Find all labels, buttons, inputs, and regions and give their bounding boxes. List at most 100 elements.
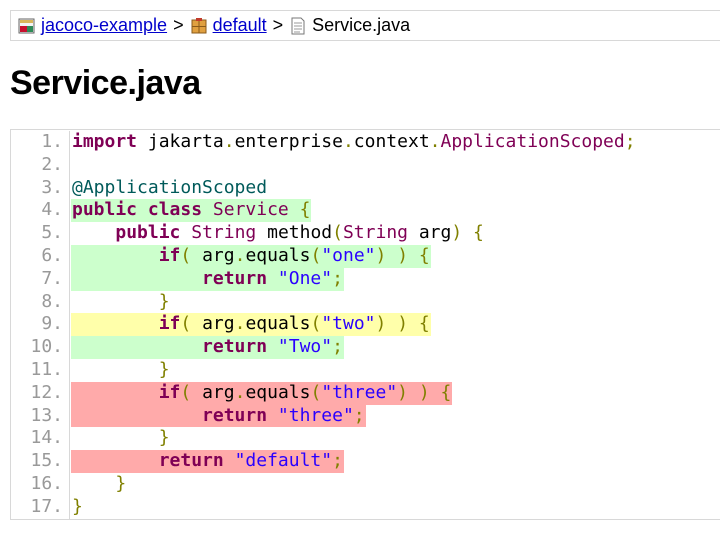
code-token: equals xyxy=(245,313,311,335)
code-token: . xyxy=(234,244,246,266)
code-line: 11. } xyxy=(11,358,720,382)
code-token: "one" xyxy=(321,244,376,266)
line-number: 9. xyxy=(11,313,70,337)
code-token: if xyxy=(158,244,181,266)
code-token: ) xyxy=(375,244,387,266)
code-line: 17.} xyxy=(11,495,720,519)
code-token: public xyxy=(115,222,181,244)
code-token: context xyxy=(353,131,430,152)
code-token: "two" xyxy=(321,313,376,335)
code-token: arg xyxy=(191,381,235,403)
code-token: @ApplicationScoped xyxy=(72,176,268,198)
page-title: Service.java xyxy=(10,64,201,102)
source-text: return "three"; xyxy=(71,404,366,428)
source-text: if( arg.equals("one") ) { xyxy=(71,244,431,268)
code-line: 3. @ApplicationScoped xyxy=(11,176,720,200)
line-number: 10. xyxy=(11,336,70,359)
line-number: 15. xyxy=(11,450,70,473)
code-line: 15. return "default"; xyxy=(11,450,720,473)
line-number: 4. xyxy=(11,199,70,223)
code-token: if xyxy=(158,381,181,403)
code-line: 8. } xyxy=(11,290,720,314)
code-token: ( xyxy=(310,244,322,266)
source-text xyxy=(71,154,73,177)
code-token: "three" xyxy=(321,381,398,403)
line-number: 1. xyxy=(11,131,70,154)
line-number: 16. xyxy=(11,472,70,496)
code-token: arg xyxy=(191,244,235,266)
code-token: { xyxy=(473,222,484,244)
code-line: 2. xyxy=(11,153,720,177)
code-token: "three" xyxy=(277,404,354,426)
line-number: 3. xyxy=(11,176,70,200)
code-token: equals xyxy=(245,381,311,403)
code-token: ApplicationScoped xyxy=(440,131,625,152)
code-token: ; xyxy=(353,404,365,426)
code-token: import xyxy=(72,131,138,152)
code-token: "One" xyxy=(277,267,333,289)
code-token: } xyxy=(72,495,83,517)
breadcrumb: jacoco-example > default > Service.java xyxy=(10,10,720,41)
code-line: 13. return "three"; xyxy=(11,404,720,428)
code-token: ) xyxy=(375,313,387,335)
code-token: } xyxy=(115,472,127,494)
code-token: { xyxy=(299,199,311,221)
code-token: return xyxy=(202,267,268,289)
code-token: equals xyxy=(245,244,311,266)
source-text: import jakarta.enterprise.context.Applic… xyxy=(71,131,637,154)
code-token: ) xyxy=(397,244,409,266)
code-token: ) xyxy=(451,222,463,244)
code-token: arg xyxy=(191,313,235,335)
source-text: } xyxy=(71,473,127,496)
code-token: } xyxy=(158,290,170,312)
code-token: public xyxy=(72,199,138,221)
code-line: 14. } xyxy=(11,427,720,451)
line-number: 12. xyxy=(11,381,70,405)
source-text: } xyxy=(71,427,171,450)
code-token: { xyxy=(440,381,452,403)
breadcrumb-project-link[interactable]: jacoco-example xyxy=(41,15,167,36)
code-token: return xyxy=(202,336,268,358)
code-token: class xyxy=(147,199,203,221)
code-line: 12. if( arg.equals("three") ) { xyxy=(11,381,720,405)
source-text: return "Two"; xyxy=(71,336,344,359)
code-token: ( xyxy=(310,381,322,403)
source-text: if( arg.equals("two") ) { xyxy=(71,313,431,337)
code-line: 6. if( arg.equals("one") ) { xyxy=(11,244,720,268)
breadcrumb-separator: > xyxy=(173,15,184,35)
code-token: "Two" xyxy=(277,336,333,358)
code-token: ) xyxy=(397,313,409,335)
source-text: } xyxy=(71,359,171,382)
breadcrumb-package-link[interactable]: default xyxy=(213,15,267,36)
code-line: 4. public class Service { xyxy=(11,199,720,223)
source-text: } xyxy=(71,291,171,314)
source-text: return "One"; xyxy=(71,267,344,291)
line-number: 5. xyxy=(11,222,70,245)
java-file-icon xyxy=(291,17,305,34)
code-token: } xyxy=(158,427,170,449)
code-token: String xyxy=(342,222,408,244)
package-icon xyxy=(191,17,207,33)
code-line: 9. if( arg.equals("two") ) { xyxy=(11,313,720,337)
code-token: return xyxy=(158,450,224,472)
code-token: ) xyxy=(418,381,430,403)
code-token: . xyxy=(429,131,441,152)
code-token: if xyxy=(158,313,181,335)
code-token: ; xyxy=(332,336,343,358)
line-number: 7. xyxy=(11,267,70,291)
line-number: 6. xyxy=(11,244,70,268)
code-token: ( xyxy=(310,313,322,335)
source-text: public String method(String arg) { xyxy=(71,222,485,245)
